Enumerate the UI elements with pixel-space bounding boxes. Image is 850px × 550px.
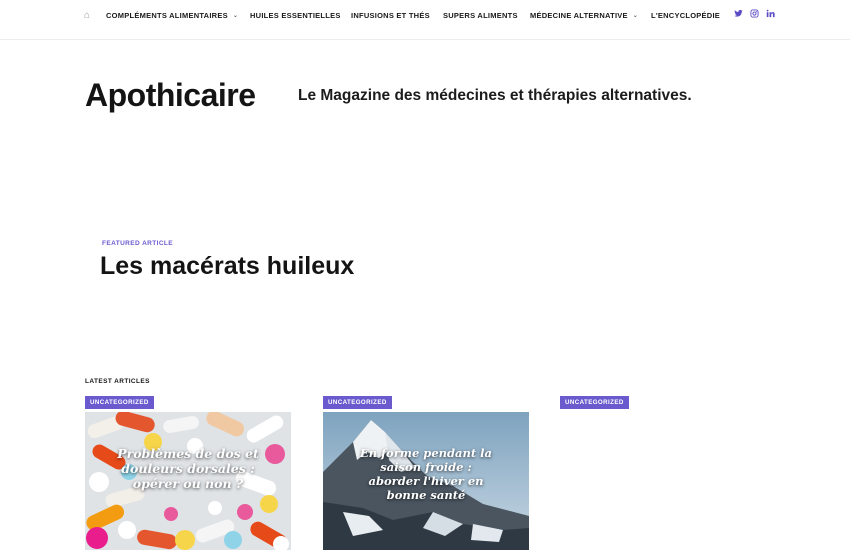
nav-item-label: MÉDECINE ALTERNATIVE [530,11,628,20]
featured-kicker: FEATURED ARTICLE [102,240,174,247]
twitter-icon[interactable] [734,9,743,18]
nav-item-label: INFUSIONS ET THÉS [351,11,430,20]
article-thumbnail-winter-health[interactable]: En forme pendant la saison froide : abor… [323,412,529,550]
article-thumbnail-back-pain[interactable]: Problèmes de dos et douleurs dorsales : … [85,412,291,550]
nav-item-huiles-essentielles[interactable]: HUILES ESSENTIELLES [250,11,341,21]
category-badge[interactable]: UNCATEGORIZED [560,396,629,409]
instagram-icon[interactable] [750,9,759,18]
home-icon[interactable]: ⌂ [84,10,90,22]
nav-item-label: L'ENCYCLOPÉDIE [651,11,721,20]
nav-item-label: SUPERS ALIMENTS [443,11,518,20]
chevron-down-icon: ⌄ [232,13,239,19]
linkedin-icon[interactable] [766,9,775,18]
category-badge[interactable]: UNCATEGORIZED [85,396,154,409]
nav-item-label: HUILES ESSENTIELLES [250,11,341,20]
chevron-down-icon: ⌄ [632,13,639,19]
site-tagline: Le Magazine des médecines et thérapies a… [298,87,692,104]
nav-item-complements-alimentaires[interactable]: COMPLÉMENTS ALIMENTAIRES ⌄ [106,11,238,22]
thumbnail-caption: En forme pendant la saison froide : abor… [359,446,492,502]
nav-item-encyclopedie[interactable]: L'ENCYCLOPÉDIE [651,11,720,21]
category-badge[interactable]: UNCATEGORIZED [323,396,392,409]
featured-article-title[interactable]: Les macérats huileux [100,250,354,282]
site-logo[interactable]: Apothicaire [85,76,256,114]
top-navigation: ⌂ COMPLÉMENTS ALIMENTAIRES ⌄ HUILES ESSEN… [0,0,850,40]
nav-item-label: COMPLÉMENTS ALIMENTAIRES [106,11,228,20]
nav-item-supers-aliments[interactable]: SUPERS ALIMENTS [443,11,518,21]
latest-articles-heading: LATEST ARTICLES [85,378,150,385]
thumbnail-caption: Problèmes de dos et douleurs dorsales : … [117,446,259,491]
nav-item-infusions-et-thes[interactable]: INFUSIONS ET THÉS [351,11,430,21]
nav-item-medecine-alternative[interactable]: MÉDECINE ALTERNATIVE ⌄ [530,11,638,22]
